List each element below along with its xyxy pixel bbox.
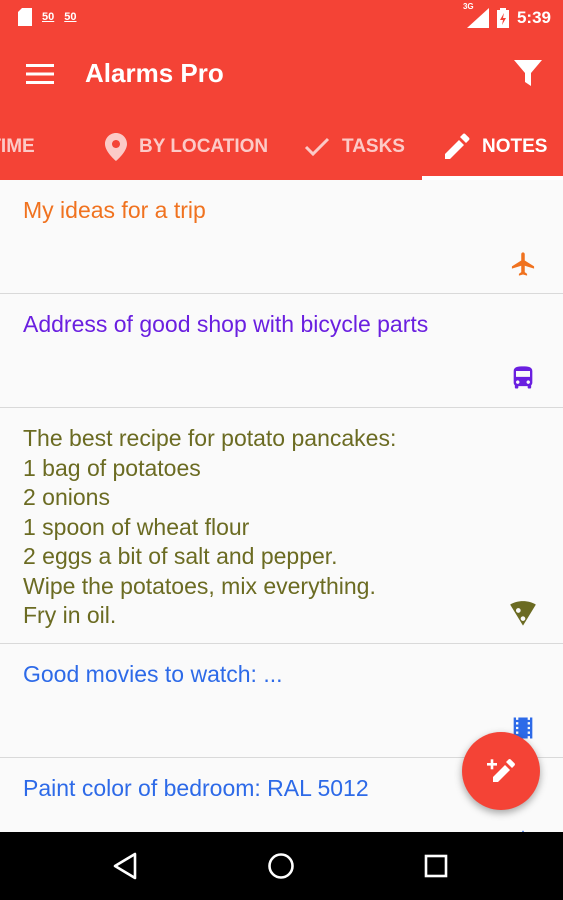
- system-nav-bar: [0, 832, 563, 900]
- note-text: Good movies to watch: ...: [23, 661, 283, 687]
- note-text: Address of good shop with bicycle parts: [23, 311, 429, 337]
- hamburger-menu-icon[interactable]: [26, 62, 54, 86]
- tab-bar: BY TIME BY LOCATION TASKS NOTES: [0, 114, 563, 180]
- battery-icon: [496, 8, 509, 28]
- filter-icon[interactable]: [513, 58, 543, 88]
- note-text: Paint color of bedroom: RAL 5012: [23, 775, 369, 801]
- note-item[interactable]: The best recipe for potato pancakes: 1 b…: [0, 408, 563, 644]
- cell-signal-icon: 3G: [463, 2, 489, 28]
- new-note-pencil-icon: [487, 759, 515, 782]
- sd-card-icon: [18, 8, 32, 26]
- network-type-label: 3G: [462, 2, 474, 11]
- back-icon[interactable]: [110, 850, 142, 882]
- tab-label: BY LOCATION: [139, 136, 269, 157]
- status-time: 5:39: [516, 8, 551, 27]
- new-note-button[interactable]: [462, 732, 540, 810]
- tab-notes[interactable]: NOTES: [442, 114, 547, 180]
- notification-50-icon: 50: [42, 11, 55, 23]
- app-toolbar: Alarms Pro: [0, 36, 563, 114]
- home-icon[interactable]: [265, 850, 297, 882]
- tab-by-location[interactable]: BY LOCATION: [105, 114, 268, 180]
- pizza-slice-icon: [510, 601, 536, 626]
- notification-50-icon: 50: [64, 11, 77, 23]
- note-item[interactable]: Address of good shop with bicycle parts: [0, 294, 563, 408]
- app-title: Alarms Pro: [85, 58, 224, 88]
- notes-list: My ideas for a trip Address of good shop…: [0, 180, 563, 832]
- tab-label: NOTES: [482, 136, 548, 157]
- recents-icon[interactable]: [420, 850, 452, 882]
- tab-by-time[interactable]: BY TIME: [0, 114, 35, 180]
- tab-tasks[interactable]: TASKS: [304, 114, 405, 180]
- checkmark-icon: [304, 137, 330, 157]
- note-item[interactable]: My ideas for a trip: [0, 180, 563, 294]
- status-bar: 50 50 3G 5:39: [0, 0, 563, 36]
- location-pin-icon: [105, 133, 127, 161]
- note-text: My ideas for a trip: [23, 197, 206, 223]
- tab-label: BY TIME: [0, 136, 35, 157]
- tab-label: TASKS: [342, 136, 405, 157]
- pencil-icon: [445, 133, 470, 159]
- note-text: The best recipe for potato pancakes: 1 b…: [23, 425, 397, 628]
- airplane-icon: [511, 252, 535, 276]
- bus-icon: [513, 366, 533, 389]
